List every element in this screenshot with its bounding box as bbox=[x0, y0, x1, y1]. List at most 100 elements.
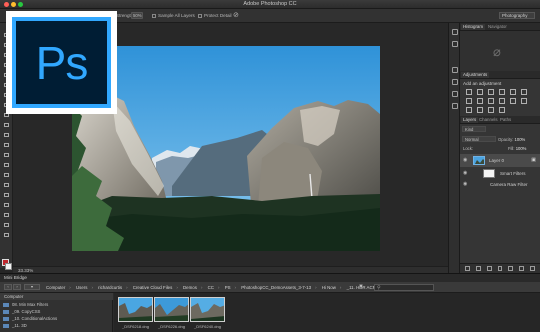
link-layers-icon[interactable] bbox=[465, 266, 470, 271]
posterize-icon[interactable] bbox=[466, 107, 472, 113]
filter-row[interactable]: ◉ Camera Raw Filter bbox=[460, 180, 540, 189]
folder-panel-header: Computer bbox=[0, 293, 113, 300]
layer-row[interactable]: ◉ Layer 0 ▣ bbox=[460, 154, 540, 167]
black-white-icon[interactable] bbox=[477, 98, 483, 104]
breadcrumb: Computer › Users › richardcurtis › Creative… bbox=[46, 285, 376, 290]
breadcrumb-item[interactable]: Users bbox=[76, 285, 87, 290]
sample-all-layers-checkbox[interactable]: Sample All Layers bbox=[152, 13, 195, 18]
folder-label: _10. ConditionalActions bbox=[12, 316, 58, 321]
breadcrumb-item[interactable]: richardcurtis bbox=[98, 285, 122, 290]
tab-channels[interactable]: Channels bbox=[477, 117, 500, 123]
blur-tool-icon[interactable] bbox=[2, 151, 11, 158]
protect-detail-checkbox[interactable]: Protect Detail bbox=[198, 13, 232, 18]
file-thumbnail[interactable] bbox=[118, 297, 153, 322]
layer-kind-filter[interactable]: Kind bbox=[462, 126, 486, 132]
breadcrumb-item[interactable]: Demos bbox=[183, 285, 197, 290]
breadcrumb-item[interactable]: Hi Now bbox=[322, 285, 336, 290]
histogram-panel-tabs: Histogram Navigator bbox=[460, 23, 540, 31]
info-panel-icon[interactable] bbox=[452, 67, 458, 73]
new-layer-icon[interactable] bbox=[519, 266, 525, 271]
tab-paths[interactable]: Paths bbox=[498, 117, 513, 123]
zoom-tool-icon[interactable] bbox=[2, 221, 11, 228]
visibility-eye-icon[interactable]: ◉ bbox=[463, 181, 467, 187]
bridge-search-input[interactable]: ⚲ bbox=[374, 284, 434, 291]
file-thumbnail[interactable] bbox=[154, 297, 189, 322]
file-thumbnail[interactable] bbox=[190, 297, 225, 322]
smart-filters-row[interactable]: ◉ Smart Filters bbox=[460, 168, 540, 179]
type-tool-icon[interactable] bbox=[2, 181, 11, 188]
fill-control[interactable]: Fill: 100% bbox=[508, 146, 526, 151]
folder-item[interactable]: 08. Min Max Filters bbox=[3, 302, 48, 307]
folder-item[interactable]: _09. CopyCSS bbox=[3, 309, 40, 314]
color-balance-icon[interactable] bbox=[466, 98, 472, 104]
vibrance-icon[interactable] bbox=[510, 89, 516, 95]
strength-input[interactable]: 50% bbox=[131, 12, 143, 19]
layer-style-icon[interactable] bbox=[475, 266, 481, 271]
dodge-tool-icon[interactable] bbox=[2, 161, 11, 168]
new-adjustment-layer-icon[interactable] bbox=[497, 266, 503, 271]
tab-histogram[interactable]: Histogram bbox=[461, 24, 486, 30]
invert-icon[interactable] bbox=[521, 98, 527, 104]
tab-navigator[interactable]: Navigator bbox=[486, 24, 509, 30]
folder-label: _11. 3D bbox=[12, 323, 27, 328]
eraser-tool-icon[interactable] bbox=[2, 131, 11, 138]
folder-icon bbox=[3, 310, 9, 314]
history-brush-tool-icon[interactable] bbox=[2, 121, 11, 128]
back-button[interactable]: ‹ bbox=[4, 284, 12, 290]
tab-adjustments[interactable]: Adjustments bbox=[461, 72, 490, 78]
visibility-eye-icon[interactable]: ◉ bbox=[463, 157, 467, 163]
path-select-tool-icon[interactable] bbox=[2, 191, 11, 198]
mini-bridge-title: Mini Bridge bbox=[4, 275, 27, 280]
edit-toolbar-icon[interactable] bbox=[2, 231, 11, 238]
add-mask-icon[interactable] bbox=[486, 266, 492, 271]
blend-mode-select[interactable]: Normal bbox=[462, 136, 496, 142]
threshold-icon[interactable] bbox=[477, 107, 483, 113]
selective-color-icon[interactable] bbox=[499, 107, 505, 113]
history-panel-icon[interactable] bbox=[452, 29, 458, 35]
photo-filter-icon[interactable] bbox=[488, 98, 494, 104]
gradient-map-icon[interactable] bbox=[488, 107, 494, 113]
layer-name: Layer 0 bbox=[489, 158, 505, 163]
forward-button[interactable]: › bbox=[13, 284, 21, 290]
breadcrumb-item[interactable]: Computer bbox=[46, 285, 65, 290]
workspace-select[interactable]: Photography bbox=[499, 12, 535, 19]
breadcrumb-item[interactable]: CC bbox=[208, 285, 214, 290]
filter-icon[interactable]: ▼ bbox=[358, 284, 364, 290]
hand-tool-icon[interactable] bbox=[2, 211, 11, 218]
levels-icon[interactable] bbox=[477, 89, 483, 95]
hue-saturation-icon[interactable] bbox=[521, 89, 527, 95]
tab-layers[interactable]: Layers bbox=[461, 117, 479, 123]
new-group-icon[interactable] bbox=[508, 266, 514, 271]
styles-panel-icon[interactable] bbox=[452, 103, 458, 109]
breadcrumb-item[interactable]: Creative Cloud Files bbox=[133, 285, 173, 290]
smart-object-icon: ▣ bbox=[531, 157, 536, 163]
swatches-panel-icon[interactable] bbox=[452, 91, 458, 97]
gradient-tool-icon[interactable] bbox=[2, 141, 11, 148]
delete-layer-icon[interactable] bbox=[530, 266, 536, 271]
color-lookup-icon[interactable] bbox=[510, 98, 516, 104]
channel-mixer-icon[interactable] bbox=[499, 98, 505, 104]
brush-pressure-icon[interactable]: ⊘ bbox=[233, 11, 239, 19]
properties-panel-icon[interactable] bbox=[452, 79, 458, 85]
exposure-icon[interactable] bbox=[499, 89, 505, 95]
opacity-control[interactable]: Opacity: 100% bbox=[498, 137, 525, 142]
brightness-contrast-icon[interactable] bbox=[466, 89, 472, 95]
visibility-eye-icon[interactable]: ◉ bbox=[463, 170, 467, 176]
file-name: _DSF6218.dng bbox=[122, 324, 149, 329]
curves-icon[interactable] bbox=[488, 89, 494, 95]
mini-bridge-panel: Mini Bridge ‹ › ▾ Computer › Users › richa… bbox=[0, 273, 540, 332]
folder-panel: Computer 08. Min Max Filters _09. CopyCS… bbox=[0, 293, 113, 332]
folder-item[interactable]: _10. ConditionalActions bbox=[3, 316, 57, 321]
background-color-swatch[interactable] bbox=[5, 263, 12, 270]
actions-panel-icon[interactable] bbox=[452, 41, 458, 47]
breadcrumb-item[interactable]: PS bbox=[225, 285, 231, 290]
mini-bridge-header: Mini Bridge bbox=[0, 274, 540, 282]
breadcrumb-item[interactable]: PhotoshopCC_DemoAssets_3-7-13 bbox=[241, 285, 311, 290]
pen-tool-icon[interactable] bbox=[2, 171, 11, 178]
status-bar: 33.33% bbox=[13, 266, 448, 273]
shape-tool-icon[interactable] bbox=[2, 201, 11, 208]
folder-item[interactable]: _11. 3D bbox=[3, 323, 27, 328]
landscape-photo[interactable] bbox=[72, 46, 380, 251]
view-menu-button[interactable]: ▾ bbox=[24, 284, 40, 290]
folder-label: _09. CopyCSS bbox=[12, 309, 41, 314]
